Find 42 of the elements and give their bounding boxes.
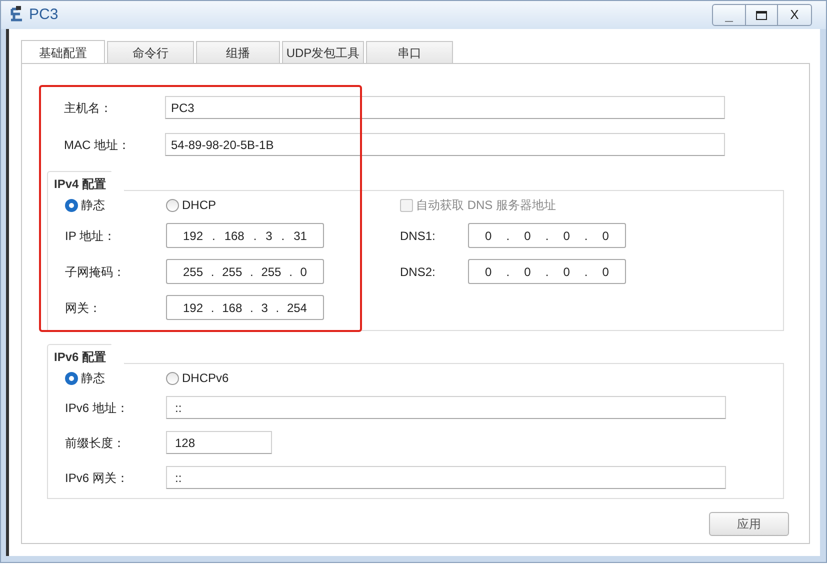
tab[interactable]: 基础配置 bbox=[21, 40, 105, 64]
radio-button[interactable] bbox=[65, 372, 78, 384]
field-label: DNS2: bbox=[400, 264, 436, 280]
ip-field[interactable]: 0 . 0 . 0 . 0 bbox=[468, 223, 626, 248]
close-button[interactable]: X bbox=[777, 5, 811, 25]
field-label: MAC 地址： bbox=[64, 136, 131, 154]
input-field[interactable]: 54-89-98-20-5B-1B bbox=[165, 133, 725, 156]
radio-label: DHCP bbox=[182, 197, 216, 214]
minimize-button[interactable]: _ bbox=[713, 5, 745, 25]
window-title: PC3 bbox=[29, 4, 58, 25]
field-label: 子网掩码： bbox=[65, 264, 126, 280]
ip-field[interactable]: 0 . 0 . 0 . 0 bbox=[468, 259, 626, 284]
input-field[interactable]: 128 bbox=[166, 431, 272, 454]
apply-button[interactable]: 应用 bbox=[709, 512, 789, 536]
radio-label: 静态 bbox=[81, 370, 105, 387]
field-label: IPv6 网关： bbox=[65, 470, 130, 486]
radio-button[interactable] bbox=[166, 198, 179, 212]
checkbox-label: 自动获取 DNS 服务器地址 bbox=[416, 197, 556, 214]
input-field[interactable]: PC3 bbox=[165, 96, 725, 119]
field-label: DNS1: bbox=[400, 228, 436, 244]
field-label: 前缀长度： bbox=[65, 434, 126, 452]
group-title: IPv6 配置 bbox=[47, 344, 126, 364]
tab[interactable]: 组播 bbox=[196, 41, 280, 63]
radio-button[interactable] bbox=[65, 198, 78, 212]
field-label: IPv6 地址： bbox=[65, 400, 130, 416]
group-title: IPv4 配置 bbox=[47, 171, 126, 191]
radio-label: 静态 bbox=[81, 197, 105, 214]
ip-field[interactable]: 192 . 168 . 3 . 31 bbox=[166, 223, 324, 248]
ip-field[interactable]: 255 . 255 . 255 . 0 bbox=[166, 259, 324, 284]
maximize-icon bbox=[756, 10, 767, 20]
ip-field[interactable]: 192 . 168 . 3 . 254 bbox=[166, 295, 324, 320]
network-icon bbox=[9, 6, 25, 24]
radio-label: DHCPv6 bbox=[182, 370, 229, 387]
input-field[interactable]: :: bbox=[166, 466, 726, 489]
tab[interactable]: 命令行 bbox=[107, 41, 194, 63]
field-label: 主机名： bbox=[64, 100, 113, 116]
tab[interactable]: UDP发包工具 bbox=[282, 41, 364, 63]
field-label: IP 地址： bbox=[65, 228, 116, 244]
input-field[interactable]: :: bbox=[166, 396, 726, 419]
field-label: 网关： bbox=[65, 300, 102, 316]
tab[interactable]: 串口 bbox=[366, 41, 453, 63]
radio-button[interactable] bbox=[166, 372, 179, 384]
